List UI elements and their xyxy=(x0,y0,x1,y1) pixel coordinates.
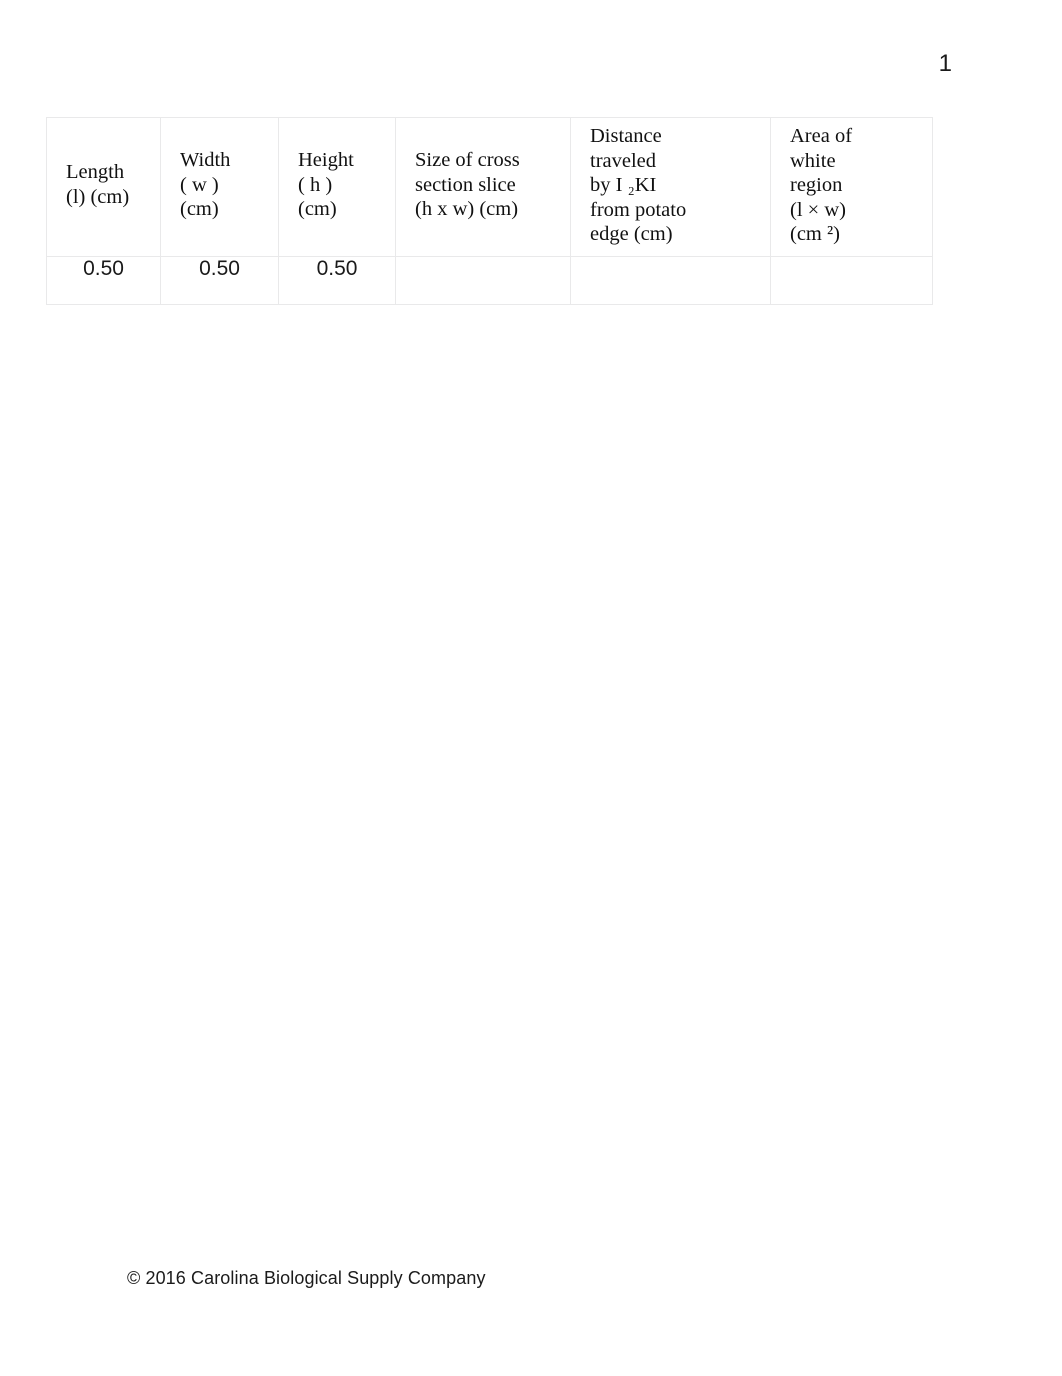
document-page: 1 Length (l) (cm) Width (w) (cm) Heigh… xyxy=(0,0,1062,1376)
column-header-white-region-area: Area of white region (l × w) (cm ²) xyxy=(770,117,933,257)
header-line: (cm ²) xyxy=(790,223,840,246)
header-line: Width xyxy=(180,149,231,171)
cell-length[interactable]: 0.50 xyxy=(46,256,161,305)
header-line: Distance xyxy=(590,125,662,147)
cell-cross-section-size[interactable] xyxy=(395,256,571,305)
cell-width[interactable]: 0.50 xyxy=(160,256,279,305)
header-line: Length xyxy=(66,161,125,183)
measurements-table: Length (l) (cm) Width ( w ) (cm) Height … xyxy=(46,117,933,305)
cell-distance-traveled[interactable] xyxy=(570,256,771,305)
header-line: Size of cross xyxy=(415,149,520,171)
header-line: Area of xyxy=(790,125,853,147)
header-line: section slice xyxy=(415,173,516,196)
copyright-footer: © 2016 Carolina Biological Supply Compan… xyxy=(127,1268,486,1288)
column-header-width: Width ( w ) (cm) xyxy=(160,117,279,257)
column-header-height: Height ( h ) (cm) xyxy=(278,117,396,257)
header-line: region xyxy=(790,174,843,197)
header-line: ( w ) xyxy=(180,173,219,196)
table-header-row: Length (l) (cm) Width ( w ) (cm) Height … xyxy=(46,117,933,257)
header-line: white xyxy=(790,149,836,172)
column-header-distance-traveled: Distance traveled by I ₂KI from potato e… xyxy=(570,117,771,257)
page-number: 1 xyxy=(938,50,952,77)
header-line: traveled xyxy=(590,149,657,172)
header-line: (cm) xyxy=(298,198,337,221)
table-container: Length (l) (cm) Width ( w ) (cm) Height … xyxy=(46,117,933,305)
header-line: Height xyxy=(298,149,354,171)
cell-height[interactable]: 0.50 xyxy=(278,256,396,305)
column-header-length: Length (l) (cm) xyxy=(46,117,161,257)
header-line: edge (cm) xyxy=(590,223,673,246)
header-line: from potato xyxy=(590,198,687,221)
header-line: (l) (cm) xyxy=(66,185,130,208)
cell-white-region-area[interactable] xyxy=(770,256,933,305)
header-line: by I ₂KI xyxy=(590,174,657,197)
header-line: (l × w) xyxy=(790,198,846,221)
header-line: ( h ) xyxy=(298,173,333,196)
header-line: (cm) xyxy=(180,198,219,221)
column-header-cross-section-size: Size of cross section slice (h x w) (cm) xyxy=(395,117,571,257)
table-row: 0.50 0.50 0.50 xyxy=(46,256,933,305)
header-line: (h x w) (cm) xyxy=(415,198,519,221)
